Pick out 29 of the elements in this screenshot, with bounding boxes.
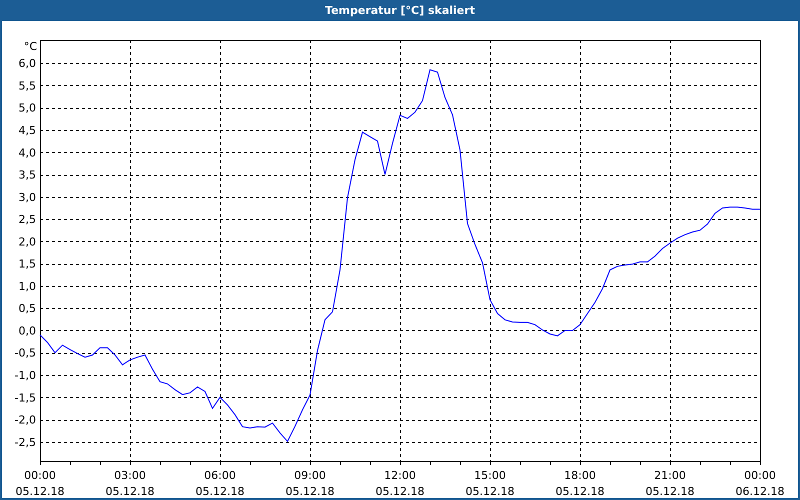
axis-tick-label: 0,5	[18, 302, 36, 316]
axis-tick-label: 3,5	[18, 168, 36, 182]
axis-tick-label: 5,5	[18, 79, 36, 92]
axis-tick-label: 00:00 06.12.18	[736, 469, 784, 498]
axis-tick-label: 12:00 05.12.18	[376, 469, 424, 498]
axis-tick-label: 00:00 05.12.18	[16, 469, 64, 498]
axis-tick-label: 5,0	[18, 102, 36, 115]
axis-tick-label: 2,0	[18, 235, 36, 248]
axis-tick-label: 21:00 05.12.18	[646, 469, 694, 498]
axis-tick-label: 0,0	[18, 324, 36, 338]
axis-tick-label: 15:00 05.12.18	[466, 469, 514, 498]
axis-tick-label: -2,5	[14, 436, 36, 449]
axis-tick-label: 3,0	[18, 190, 36, 204]
axis-tick-label: 4,0	[18, 146, 36, 160]
axis-tick-label: -0,5	[14, 346, 36, 360]
axis-tick-label: 1,0	[18, 280, 36, 293]
axis-tick-label: -1,0	[14, 369, 36, 382]
axis-tick-label: 1,5	[18, 258, 36, 271]
axis-tick-label: 18:00 05.12.18	[556, 469, 604, 498]
axis-tick-label: -1,5	[14, 391, 36, 404]
axis-tick-label: 09:00 05.12.18	[286, 469, 334, 498]
axis-tick-label: 03:00 05.12.18	[106, 469, 154, 498]
axis-tick-label: 6,0	[18, 57, 36, 70]
axis-tick-label: 4,5	[18, 124, 36, 137]
axis-tick-label: -2,0	[14, 414, 36, 427]
axis-tick-label: 06:00 05.12.18	[196, 469, 244, 498]
axis-unit-label: °C	[24, 40, 37, 53]
axis-tick-label: 2,5	[18, 213, 36, 226]
window-title: Temperatur [°C] skaliert	[325, 4, 475, 17]
